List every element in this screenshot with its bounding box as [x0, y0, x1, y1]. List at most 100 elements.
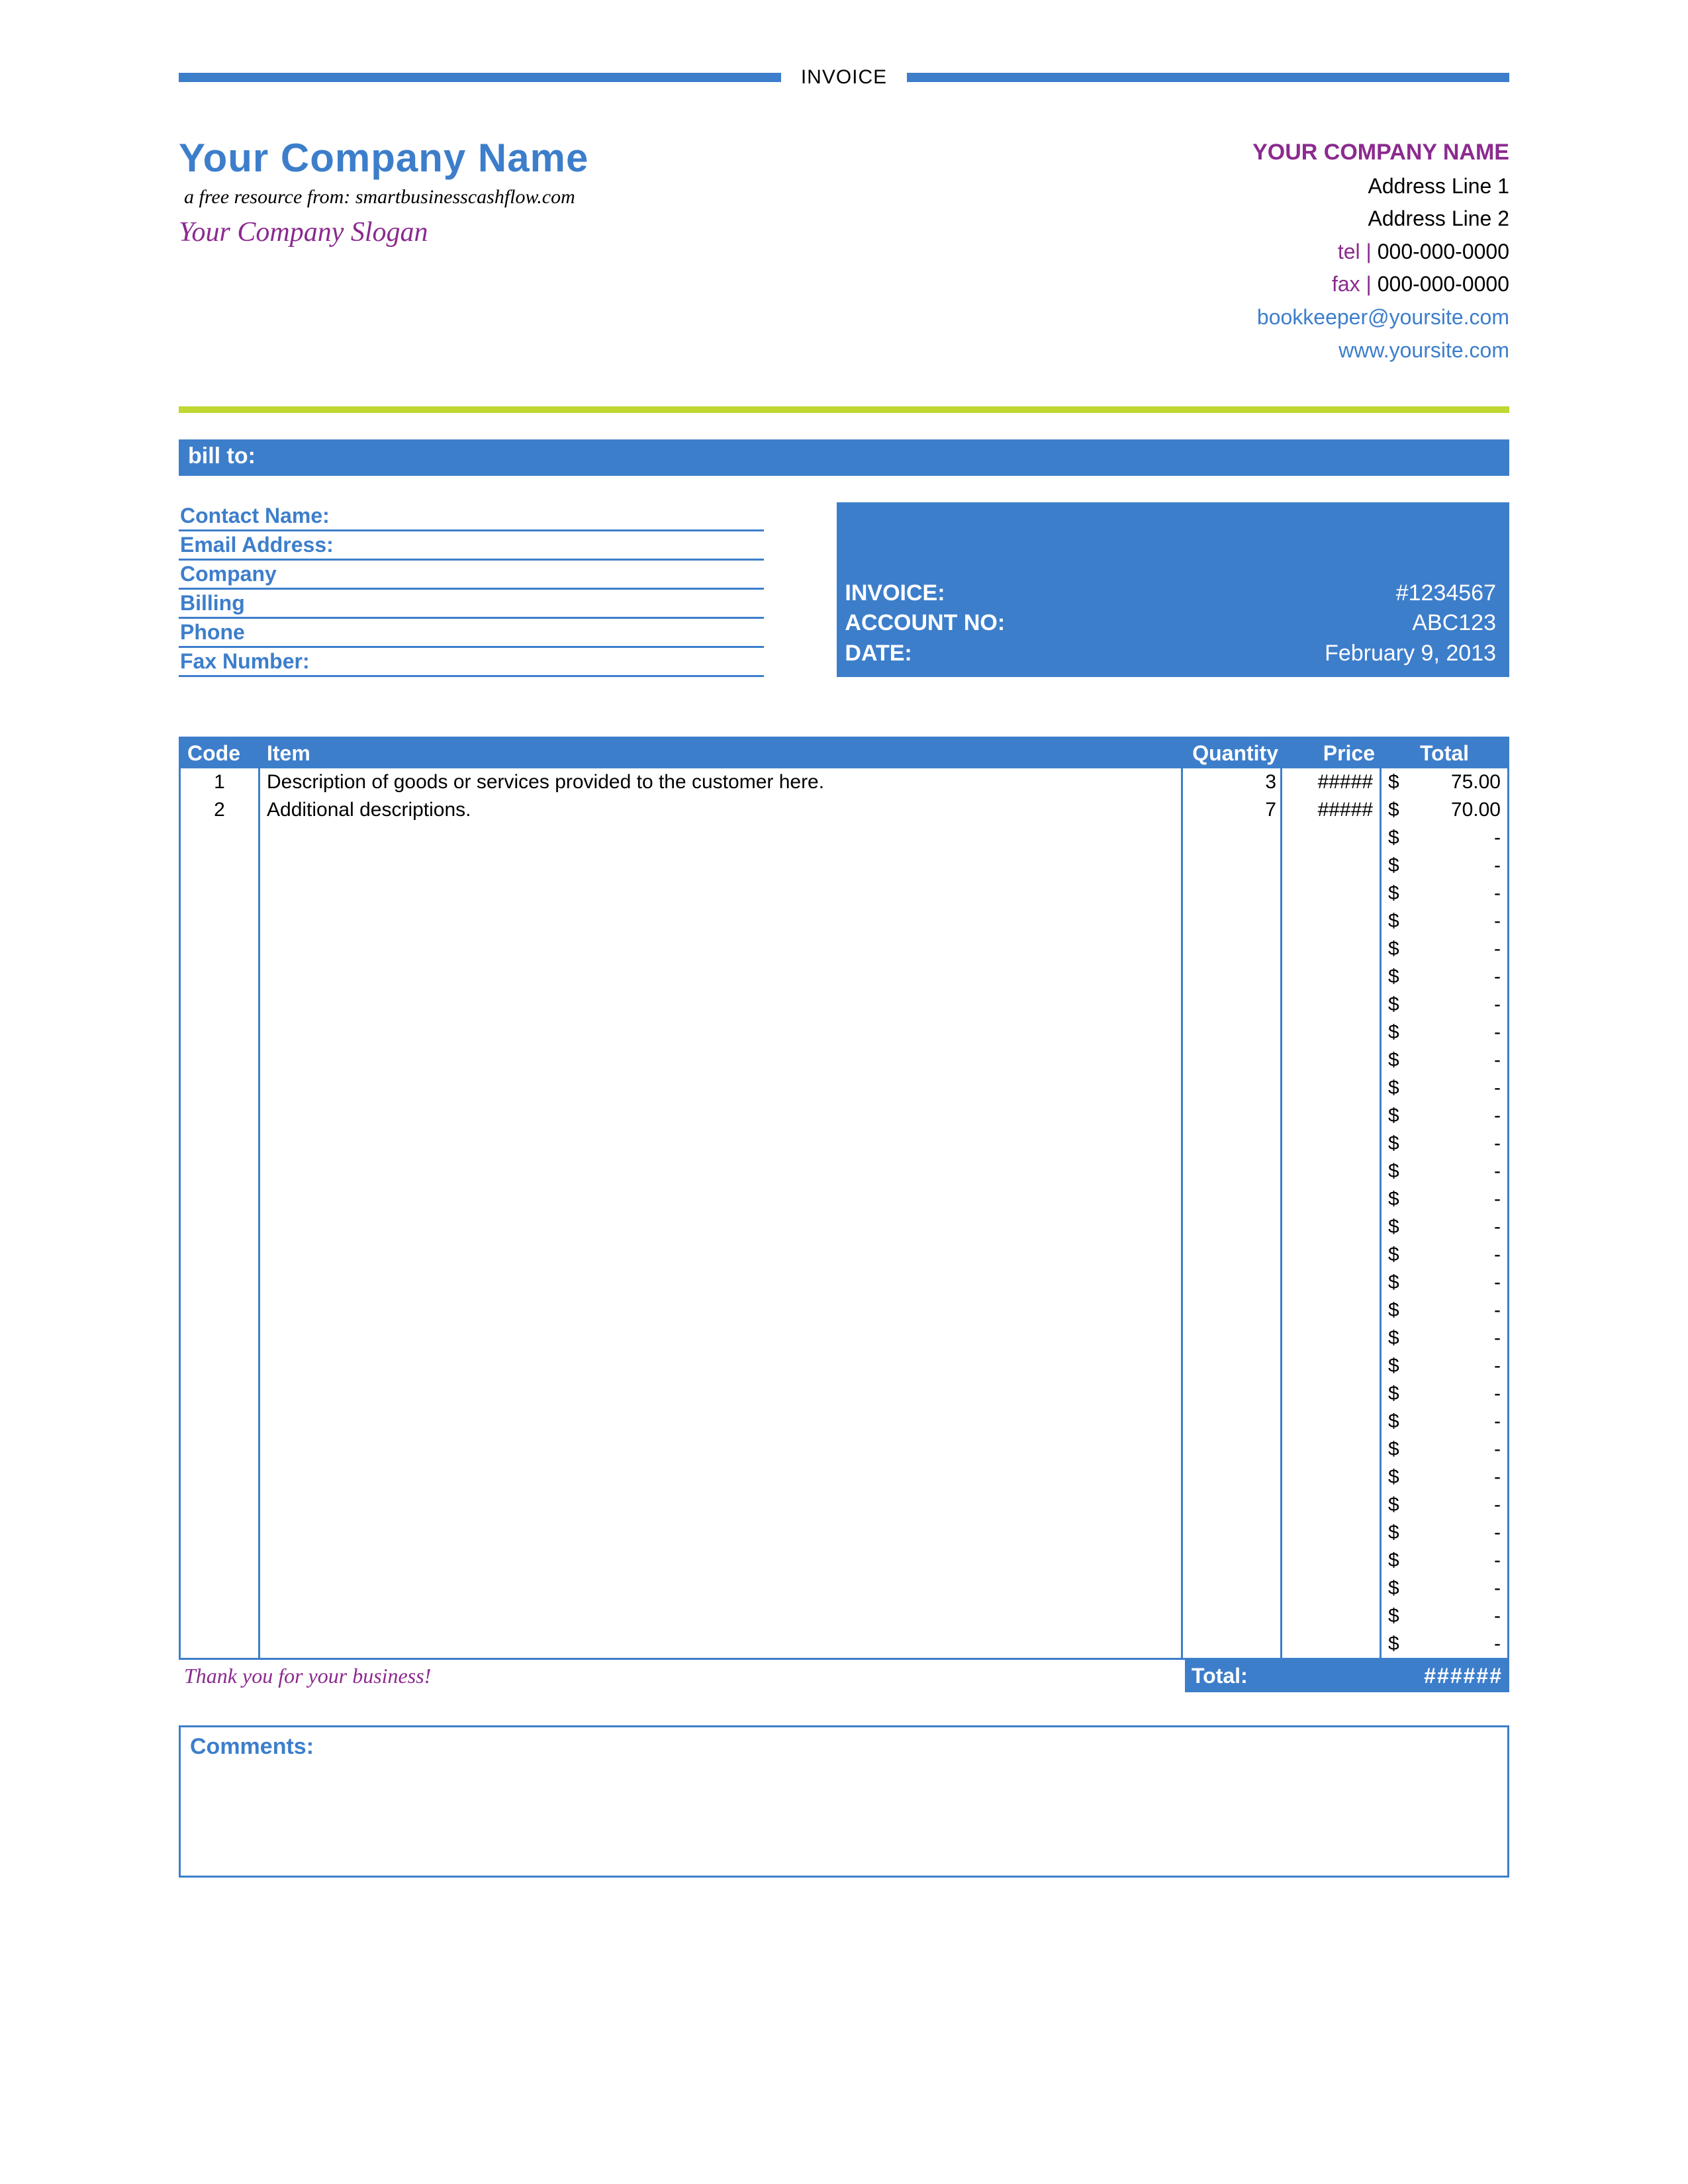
- cell-total: $-: [1382, 1019, 1507, 1046]
- cell-code: [181, 1102, 260, 1130]
- table-row: $-: [181, 1046, 1507, 1074]
- table-row: $-: [181, 1574, 1507, 1602]
- table-row: $-: [181, 1102, 1507, 1130]
- cell-code: [181, 1269, 260, 1297]
- cell-total: $-: [1382, 1547, 1507, 1574]
- cell-code: [181, 880, 260, 907]
- cell-total: $-: [1382, 963, 1507, 991]
- cell-qty: [1183, 880, 1282, 907]
- items-footer: Thank you for your business! Total: ####…: [179, 1658, 1509, 1692]
- table-row: $-: [181, 880, 1507, 907]
- table-row: $-: [181, 1158, 1507, 1185]
- cell-item: [260, 1213, 1183, 1241]
- table-row: 1Description of goods or services provid…: [181, 768, 1507, 796]
- cell-price: [1282, 1324, 1382, 1352]
- cell-code: [181, 1602, 260, 1630]
- cell-code: [181, 1630, 260, 1658]
- cell-qty: [1183, 935, 1282, 963]
- cell-item: [260, 1074, 1183, 1102]
- cell-price: #####: [1282, 796, 1382, 824]
- cell-price: [1282, 963, 1382, 991]
- cell-item: Description of goods or services provide…: [260, 768, 1183, 796]
- cell-code: [181, 1463, 260, 1491]
- cell-code: [181, 1491, 260, 1519]
- cell-price: [1282, 1297, 1382, 1324]
- address-line-1: Address Line 1: [1252, 170, 1509, 203]
- table-row: $-: [181, 963, 1507, 991]
- cell-qty: [1183, 1074, 1282, 1102]
- col-code: Code: [181, 739, 260, 768]
- cell-total: $-: [1382, 1241, 1507, 1269]
- cell-price: [1282, 1574, 1382, 1602]
- tel-line: tel | 000-000-0000: [1252, 236, 1509, 269]
- cell-total: $-: [1382, 1630, 1507, 1658]
- cell-item: [260, 1269, 1183, 1297]
- cell-price: [1282, 1019, 1382, 1046]
- cell-item: [260, 907, 1183, 935]
- table-row: $-: [181, 852, 1507, 880]
- cell-item: [260, 1435, 1183, 1463]
- cell-price: [1282, 1213, 1382, 1241]
- items-table: Code Item Quantity Price Total 1Descript…: [179, 737, 1509, 1658]
- total-label: Total:: [1185, 1660, 1383, 1692]
- table-row: $-: [181, 907, 1507, 935]
- cell-code: [181, 935, 260, 963]
- cell-code: [181, 852, 260, 880]
- cell-total: $-: [1382, 1158, 1507, 1185]
- cell-total: $-: [1382, 1046, 1507, 1074]
- cell-item: [260, 1630, 1183, 1658]
- account-label: ACCOUNT NO:: [845, 608, 1005, 639]
- cell-total: $75.00: [1382, 768, 1507, 796]
- cell-qty: [1183, 1547, 1282, 1574]
- website-link: www.yoursite.com: [1252, 334, 1509, 367]
- table-row: $-: [181, 1213, 1507, 1241]
- cell-price: [1282, 1602, 1382, 1630]
- cell-price: [1282, 1463, 1382, 1491]
- cell-code: [181, 1574, 260, 1602]
- cell-price: [1282, 1046, 1382, 1074]
- cell-item: [260, 1574, 1183, 1602]
- cell-qty: 3: [1183, 768, 1282, 796]
- cell-code: [181, 1408, 260, 1435]
- address-line-2: Address Line 2: [1252, 203, 1509, 236]
- cell-total: $70.00: [1382, 796, 1507, 824]
- cell-price: [1282, 1435, 1382, 1463]
- cell-price: [1282, 1074, 1382, 1102]
- cell-code: [181, 1213, 260, 1241]
- cell-item: [260, 1463, 1183, 1491]
- table-row: $-: [181, 1074, 1507, 1102]
- account-number: ABC123: [1412, 608, 1496, 639]
- cell-code: [181, 907, 260, 935]
- email-link: bookkeeper@yoursite.com: [1252, 301, 1509, 334]
- cell-price: [1282, 907, 1382, 935]
- cell-price: [1282, 852, 1382, 880]
- bill-to-fields: Contact Name: Email Address: Company Bil…: [179, 502, 764, 677]
- cell-item: [260, 1241, 1183, 1269]
- field-company: Company: [179, 561, 764, 590]
- cell-qty: [1183, 1519, 1282, 1547]
- cell-total: $-: [1382, 1074, 1507, 1102]
- cell-code: [181, 1241, 260, 1269]
- cell-price: [1282, 1185, 1382, 1213]
- cell-code: [181, 824, 260, 852]
- cell-price: [1282, 1491, 1382, 1519]
- tel-value: 000-000-0000: [1372, 240, 1509, 263]
- cell-code: [181, 1046, 260, 1074]
- title-bar-right: [907, 73, 1509, 82]
- resource-line: a free resource from: smartbusinesscashf…: [184, 186, 588, 208]
- cell-qty: [1183, 1602, 1282, 1630]
- cell-item: [260, 963, 1183, 991]
- cell-code: [181, 1297, 260, 1324]
- cell-item: [260, 991, 1183, 1019]
- field-fax: Fax Number:: [179, 648, 764, 677]
- cell-item: [260, 1547, 1183, 1574]
- table-row: $-: [181, 1352, 1507, 1380]
- table-row: $-: [181, 1324, 1507, 1352]
- field-phone: Phone: [179, 619, 764, 648]
- cell-price: #####: [1282, 768, 1382, 796]
- cell-qty: [1183, 1102, 1282, 1130]
- table-row: $-: [181, 1463, 1507, 1491]
- table-row: $-: [181, 1185, 1507, 1213]
- cell-item: [260, 1380, 1183, 1408]
- cell-qty: [1183, 1019, 1282, 1046]
